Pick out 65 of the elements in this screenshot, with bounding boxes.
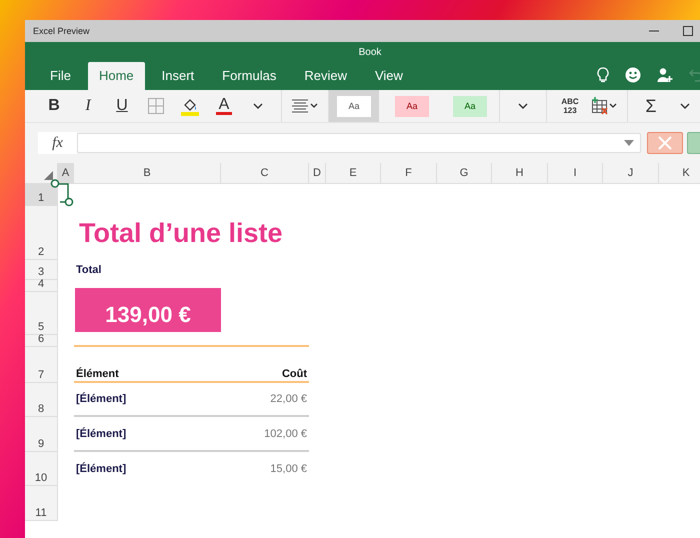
- chevron-icon[interactable]: [253, 103, 263, 109]
- row-header[interactable]: 6: [25, 335, 58, 347]
- total-label: Total: [75, 264, 102, 276]
- row-header[interactable]: 1: [25, 184, 58, 206]
- bold-button[interactable]: B: [37, 93, 71, 119]
- align-icon[interactable]: [292, 99, 318, 113]
- underline-button[interactable]: U: [105, 93, 139, 119]
- column-header[interactable]: F: [381, 163, 437, 184]
- close-icon: [658, 136, 672, 150]
- select-all-icon[interactable]: [44, 171, 53, 180]
- selection-handle-icon[interactable]: [50, 179, 74, 207]
- formula-input[interactable]: [77, 133, 641, 153]
- table-cell: 22,00 €: [221, 383, 309, 417]
- table-column-header: Coût: [221, 347, 309, 383]
- row-header[interactable]: 11: [25, 486, 58, 521]
- maximize-icon[interactable]: [682, 25, 694, 37]
- row-header[interactable]: 8: [25, 383, 58, 417]
- chevron-icon[interactable]: [518, 103, 528, 109]
- table-cell: [Élément]: [74, 383, 221, 417]
- ribbon-tab[interactable]: Home: [88, 62, 145, 90]
- row-header[interactable]: 9: [25, 417, 58, 452]
- table-cell-text: [Élément]: [75, 461, 128, 477]
- column-header[interactable]: K: [659, 163, 700, 184]
- total-value: 139,00 €: [75, 288, 221, 332]
- table-column-header: Élément: [74, 347, 221, 383]
- row-header[interactable]: 3: [25, 260, 58, 280]
- cell-style-button[interactable]: Aa: [395, 96, 429, 116]
- row-header[interactable]: 5: [25, 292, 58, 335]
- table-cell-text: 15,00 €: [269, 462, 308, 477]
- table-cell: 102,00 €: [221, 417, 309, 452]
- ribbon-tab[interactable]: File: [39, 62, 82, 90]
- dropdown-icon[interactable]: [624, 140, 634, 146]
- table-delete-icon[interactable]: [591, 97, 617, 115]
- function-button[interactable]: fx: [38, 132, 77, 154]
- smiley-icon[interactable]: [625, 67, 641, 83]
- chevron-icon[interactable]: [680, 103, 690, 109]
- ribbon-tab[interactable]: View: [364, 62, 414, 90]
- number-format-button[interactable]: ABC 123: [553, 93, 587, 119]
- ribbon-tab[interactable]: Formulas: [211, 62, 288, 90]
- column-header[interactable]: J: [603, 163, 659, 184]
- row-header[interactable]: 2: [25, 206, 58, 260]
- cell-style-button[interactable]: Aa: [453, 96, 487, 116]
- row-header[interactable]: 4: [25, 280, 58, 292]
- column-header[interactable]: E: [326, 163, 381, 184]
- column-header[interactable]: H: [492, 163, 548, 184]
- document-title: Book: [358, 46, 382, 58]
- column-header[interactable]: A: [58, 163, 74, 184]
- ribbon-tab[interactable]: Insert: [150, 62, 206, 90]
- sum-button[interactable]: Σ: [634, 93, 668, 119]
- lightbulb-icon[interactable]: [597, 67, 609, 83]
- column-header[interactable]: D: [309, 163, 326, 184]
- table-cell: [Élément]: [74, 417, 221, 452]
- column-header[interactable]: C: [221, 163, 309, 184]
- window-title: Excel Preview: [33, 26, 90, 36]
- column-header[interactable]: G: [437, 163, 492, 184]
- cell-style-button[interactable]: Aa: [337, 96, 371, 116]
- ribbon-tab[interactable]: Review: [293, 62, 358, 90]
- sheet-title: Total d’une liste: [78, 218, 284, 248]
- add-person-icon[interactable]: [657, 67, 673, 83]
- column-header[interactable]: I: [548, 163, 603, 184]
- font-color-button[interactable]: A: [207, 93, 241, 119]
- row-header[interactable]: 10: [25, 452, 58, 486]
- italic-button[interactable]: I: [71, 93, 105, 119]
- column-header[interactable]: B: [74, 163, 221, 184]
- row-header[interactable]: 7: [25, 347, 58, 383]
